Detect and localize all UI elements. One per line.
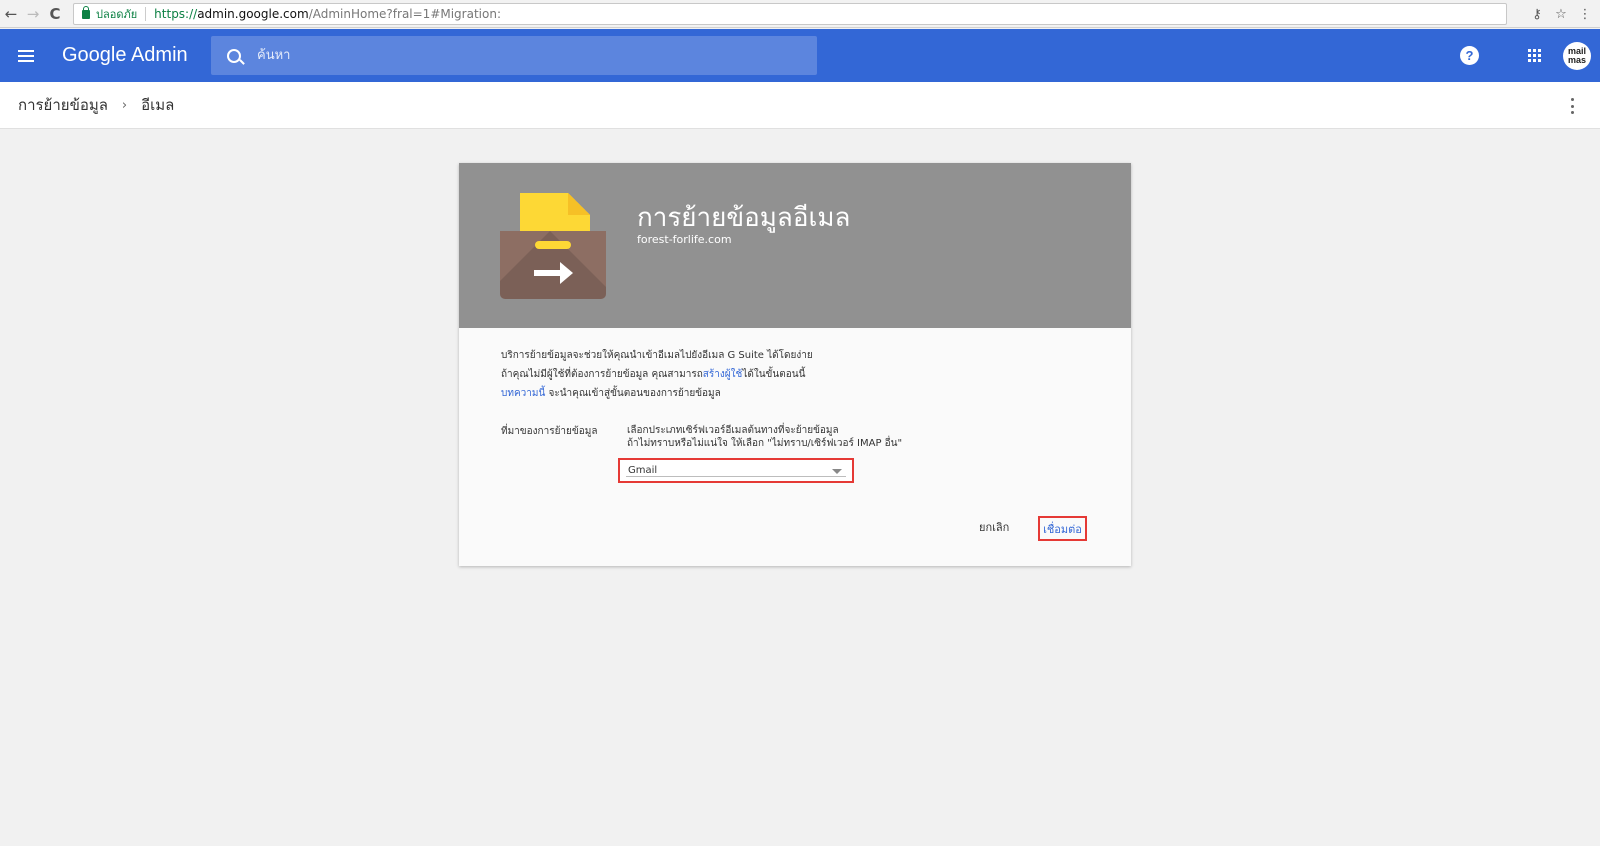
hamburger-icon [18, 49, 34, 62]
breadcrumb-item-migration[interactable]: การย้ายข้อมูล [18, 93, 108, 117]
breadcrumb-item-email: อีเมล [141, 96, 175, 114]
browser-actions: ⚷ ☆ ⋮ [1528, 3, 1600, 25]
intro-line: ถ้าคุณไม่มีผู้ใช้ที่ต้องการย้ายข้อมูล คุ… [501, 365, 813, 384]
back-icon[interactable]: ← [0, 3, 22, 25]
intro-line: บริการย้ายข้อมูลจะช่วยให้คุณนำเข้าอีเมลไ… [501, 350, 813, 361]
chevron-right-icon: › [121, 97, 128, 113]
domain-name: forest-forlife.com [637, 233, 732, 246]
avatar[interactable]: mail mas [1563, 42, 1591, 70]
source-label: ที่มาของการย้ายข้อมูล [501, 426, 598, 437]
create-user-link[interactable]: สร้างผู้ใช้ [703, 369, 743, 380]
address-bar[interactable]: ปลอดภัย https://admin.google.com/AdminHo… [73, 3, 1507, 25]
email-migration-icon [500, 193, 606, 299]
apps-grid-icon[interactable] [1528, 49, 1541, 62]
help-icon[interactable]: ? [1460, 46, 1479, 65]
source-help-line: ถ้าไม่ทราบหรือไม่แน่ใจ ให้เลือก "ไม่ทราบ… [627, 438, 903, 449]
migration-source-select[interactable]: Gmail [618, 458, 854, 483]
star-icon[interactable]: ☆ [1552, 7, 1570, 22]
migration-card: การย้ายข้อมูลอีเมล forest-forlife.com บร… [459, 163, 1131, 566]
connect-button[interactable]: เชื่อมต่อ [1038, 516, 1087, 541]
intro-text-fragment: ได้ในขั้นตอนนี้ [742, 369, 806, 380]
search-icon [227, 48, 241, 63]
url-divider [145, 7, 147, 21]
forward-icon[interactable]: → [22, 3, 44, 25]
reload-icon[interactable]: C [44, 3, 66, 25]
browser-toolbar: ← → C ปลอดภัย https://admin.google.com/A… [0, 0, 1600, 28]
chevron-down-icon [832, 469, 842, 474]
breadcrumb: การย้ายข้อมูล › อีเมล [0, 82, 1600, 129]
browser-menu-icon[interactable]: ⋮ [1576, 7, 1594, 22]
url-path: /AdminHome?fral=1#Migration: [308, 7, 501, 21]
intro-text-fragment: จะนำคุณเข้าสู่ขั้นตอนของการย้ายข้อมูล [545, 388, 721, 399]
card-header: การย้ายข้อมูลอีเมล forest-forlife.com [459, 163, 1131, 328]
key-icon[interactable]: ⚷ [1528, 7, 1546, 22]
this-article-link[interactable]: บทความนี้ [501, 388, 545, 399]
source-help: เลือกประเภทเซิร์ฟเวอร์อีเมลต้นทางที่จะย้… [627, 424, 902, 450]
intro-text-fragment: ถ้าคุณไม่มีผู้ใช้ที่ต้องการย้ายข้อมูล คุ… [501, 369, 703, 380]
card-title: การย้ายข้อมูลอีเมล [637, 203, 851, 233]
cancel-button[interactable]: ยกเลิก [979, 516, 1009, 538]
url-scheme: https:// [154, 7, 198, 21]
secure-label: ปลอดภัย [96, 8, 138, 21]
main-menu-button[interactable] [0, 29, 52, 82]
intro-line: บทความนี้ จะนำคุณเข้าสู่ขั้นตอนของการย้า… [501, 384, 813, 403]
admin-header: Google Admin ? mail mas [0, 29, 1600, 82]
selected-source: Gmail [628, 465, 658, 476]
search-bar[interactable] [211, 36, 817, 75]
more-options-icon[interactable] [1571, 98, 1575, 114]
app-title[interactable]: Google Admin [62, 44, 210, 67]
lock-icon [82, 5, 90, 19]
search-input[interactable] [257, 48, 777, 63]
source-help-line: เลือกประเภทเซิร์ฟเวอร์อีเมลต้นทางที่จะย้… [627, 425, 839, 436]
select-underline [626, 476, 846, 477]
intro-text: บริการย้ายข้อมูลจะช่วยให้คุณนำเข้าอีเมลไ… [501, 346, 813, 403]
url-host: admin.google.com [197, 7, 309, 21]
